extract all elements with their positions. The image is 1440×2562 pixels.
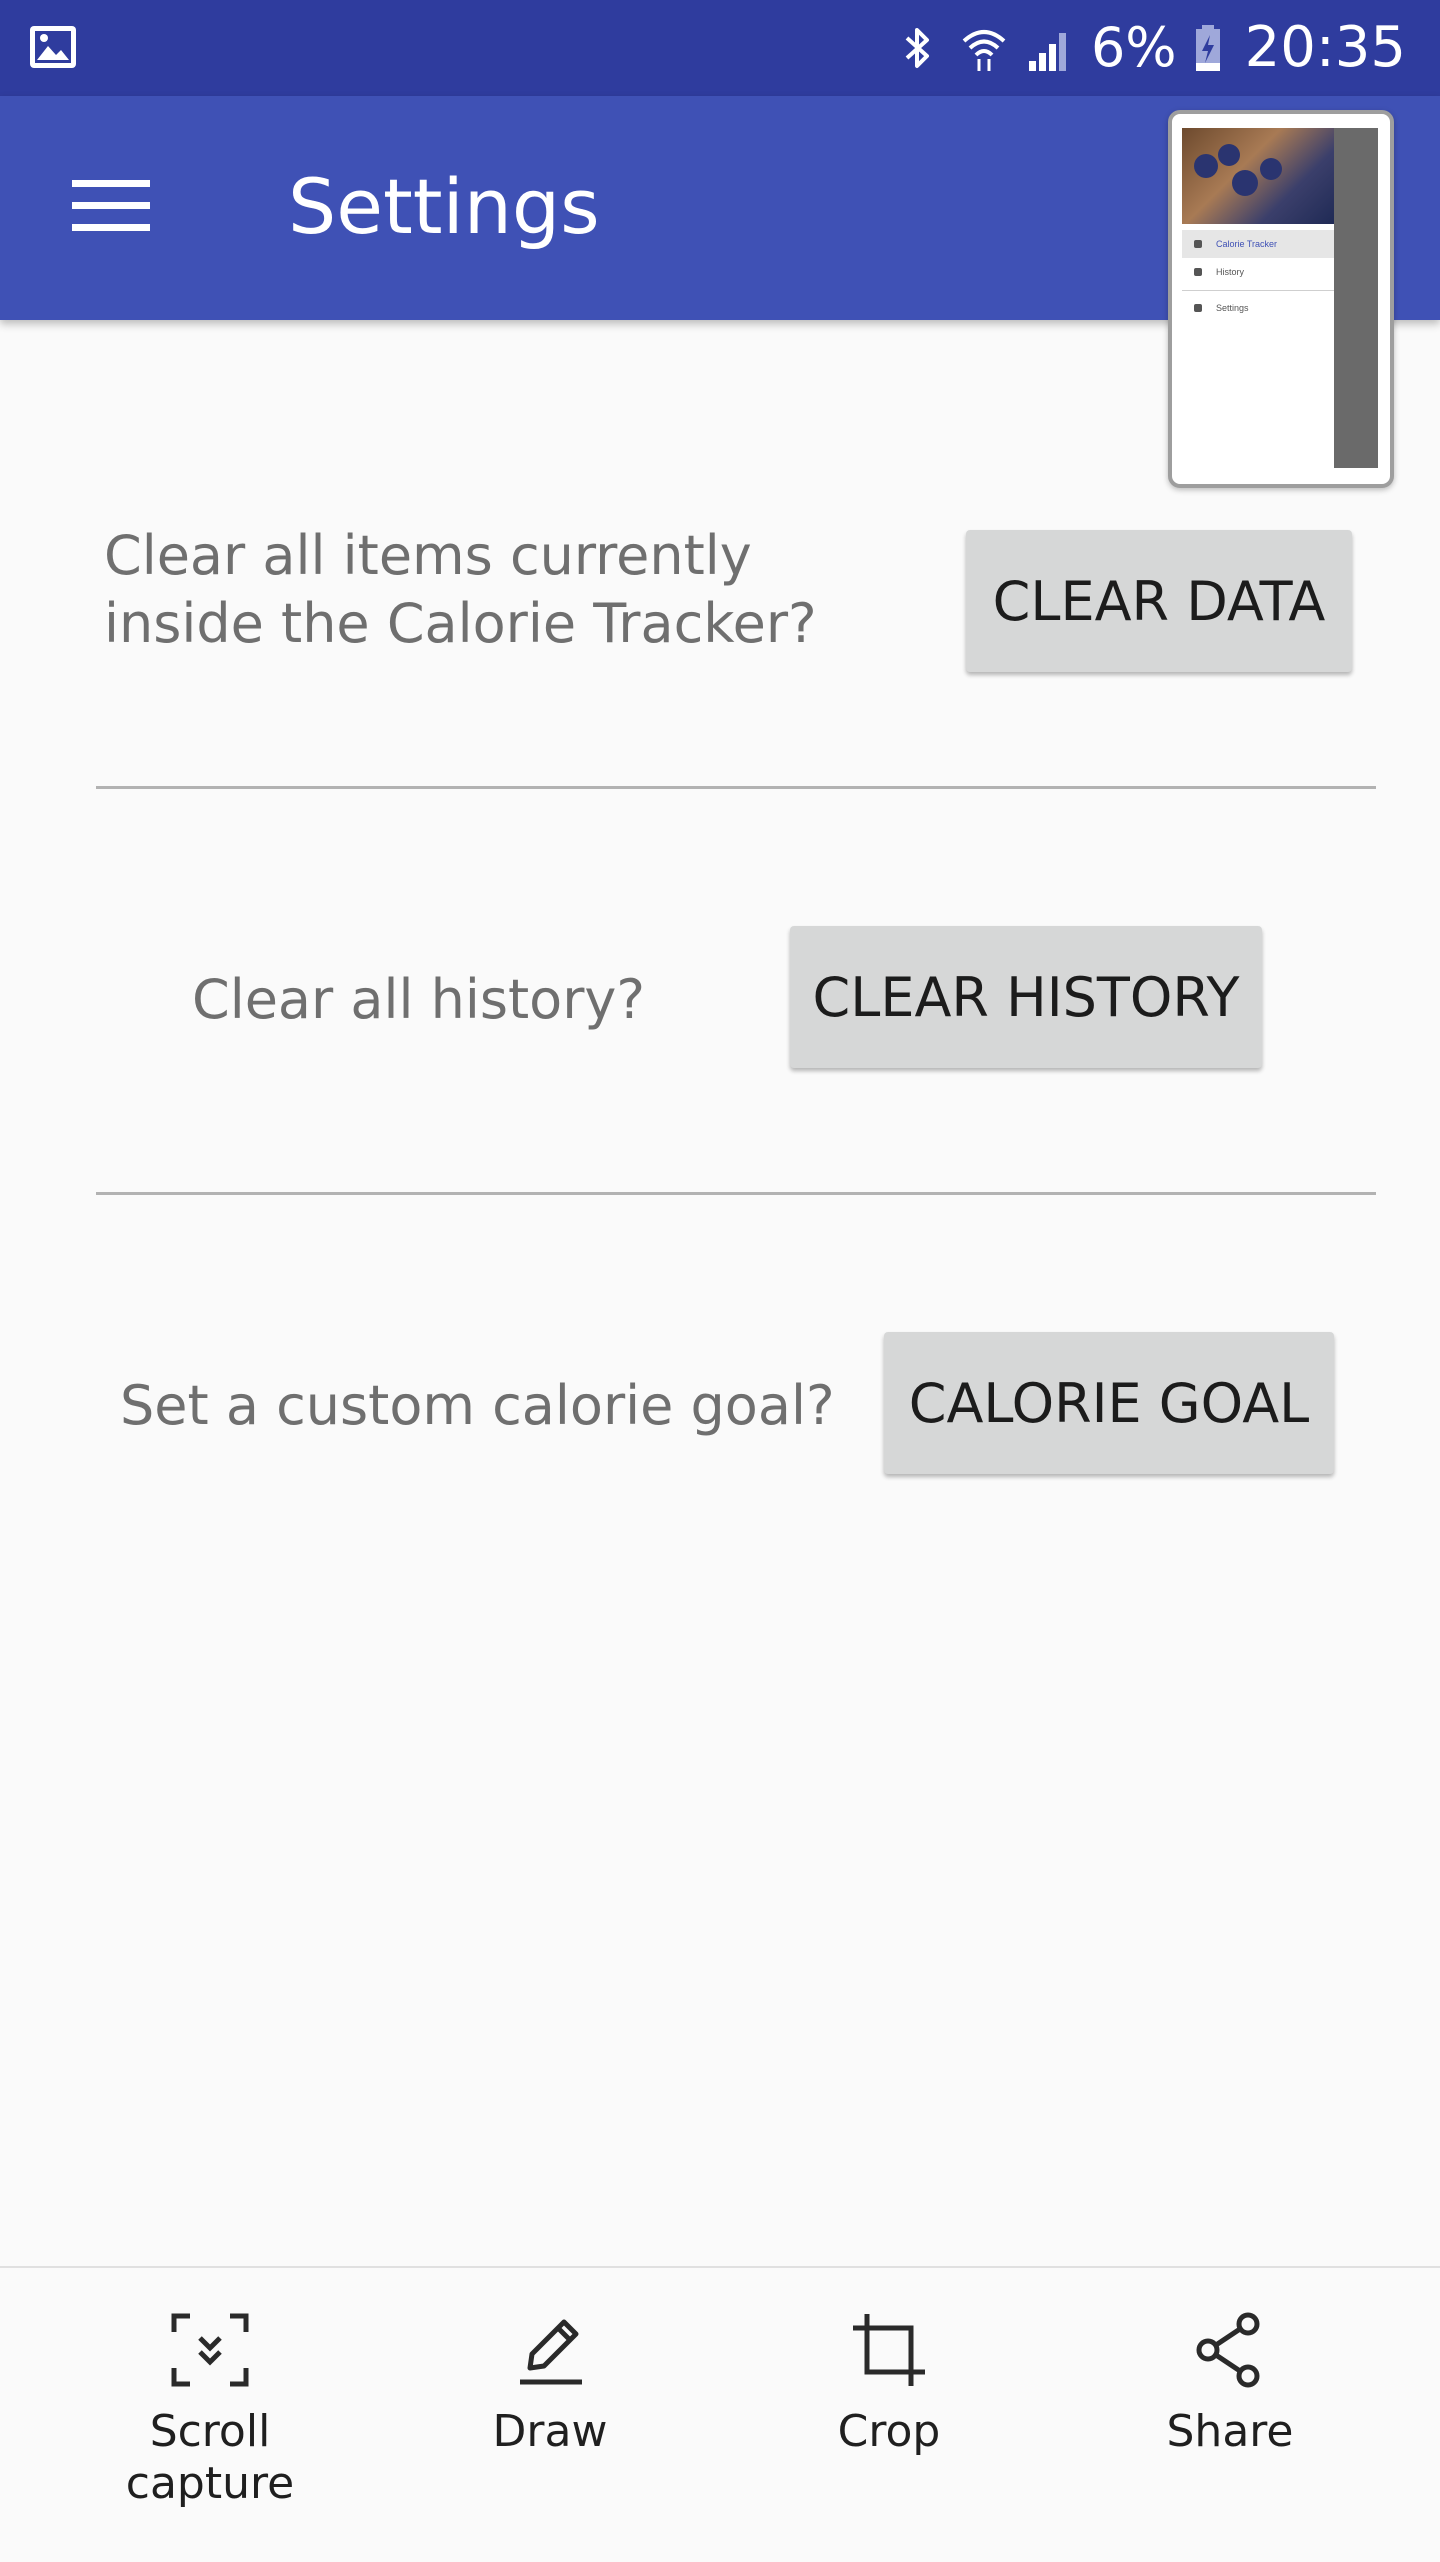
scroll-capture-icon [171,2313,249,2387]
berry-shape [1218,144,1240,166]
thumb-item-settings: Settings [1182,294,1334,322]
divider [96,1192,1376,1195]
clear-data-button[interactable]: CLEAR DATA [966,530,1352,672]
clear-history-prompt: Clear all history? [192,968,646,1031]
divider [96,786,1376,789]
calorie-goal-prompt: Set a custom calorie goal? [120,1374,835,1437]
status-bar: 6% 20:35 [0,0,1440,96]
scroll-capture-button[interactable]: Scroll capture [70,2310,350,2530]
crop-label: Crop [837,2406,941,2457]
bluetooth-icon [905,28,929,68]
gear-icon [1194,304,1202,312]
draw-icon [520,2319,582,2385]
clear-history-button[interactable]: CLEAR HISTORY [790,926,1262,1068]
clock: 20:35 [1244,15,1406,80]
scroll-capture-label: Scroll capture [125,2406,295,2509]
calorie-goal-button[interactable]: CALORIE GOAL [884,1332,1334,1474]
thumb-item-history: History [1182,258,1334,286]
share-label: Share [1166,2406,1294,2457]
draw-button[interactable]: Draw [410,2310,690,2530]
thumb-item-calorie-tracker: Calorie Tracker [1182,230,1334,258]
battery-percent: 6% [1090,16,1177,79]
clear-data-prompt: Clear all items currently inside the Cal… [104,524,817,655]
draw-label: Draw [492,2406,608,2457]
berry-shape [1260,158,1282,180]
gallery-icon [30,26,76,68]
wifi-icon [962,30,1006,71]
crop-icon [853,2314,925,2386]
crop-button[interactable]: Crop [749,2310,1029,2530]
screenshot-thumbnail[interactable]: Calorie Tracker History Settings [1168,110,1394,488]
screenshot-toolbar: Scroll capture Draw Crop Share [0,2266,1440,2562]
history-icon [1194,268,1202,276]
battery-charging-icon [1195,25,1220,71]
hamburger-menu-icon[interactable] [72,174,152,238]
share-button[interactable]: Share [1090,2310,1370,2530]
share-icon [1196,2312,1260,2388]
drawer-scrim [1334,128,1378,468]
berry-shape [1232,170,1258,196]
thumb-divider [1182,290,1334,291]
page-title: Settings [288,162,600,251]
signal-icon [1028,33,1066,71]
berry-shape [1194,154,1218,178]
fork-knife-icon [1194,240,1202,248]
